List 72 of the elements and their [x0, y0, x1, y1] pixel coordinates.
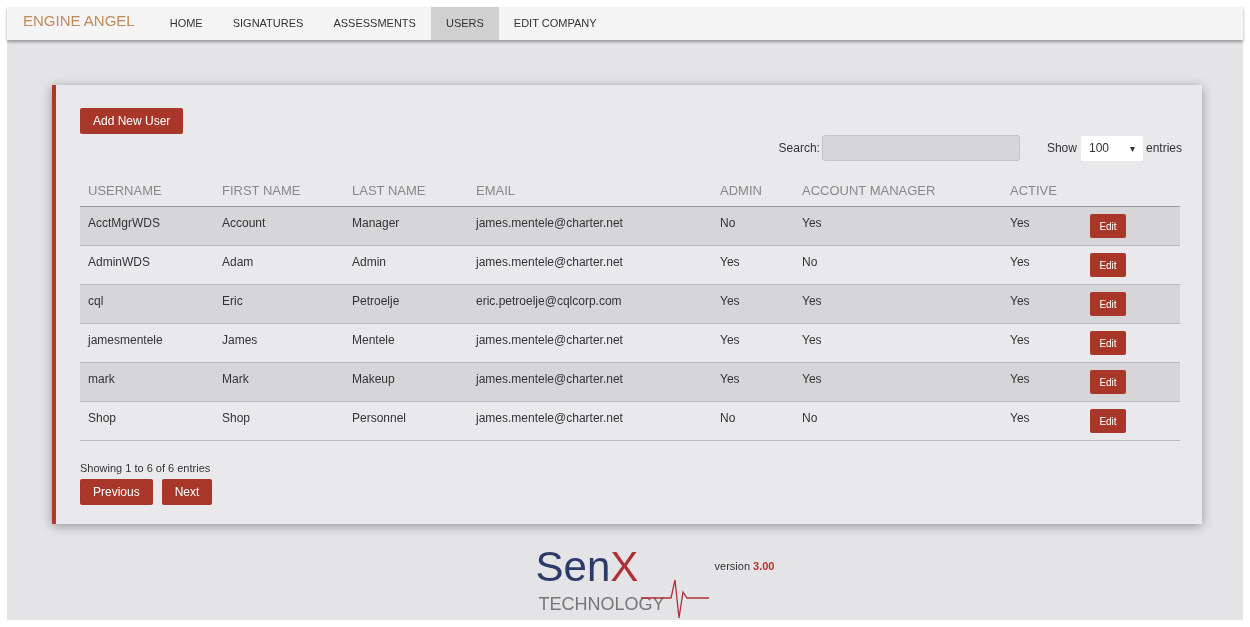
table-cell-text: Yes — [719, 332, 741, 349]
table-cell-text: james.mentele@charter.net — [474, 332, 624, 349]
table-cell-text: Yes — [719, 254, 741, 271]
search-label: Search: — [778, 140, 820, 157]
table-info: Showing 1 to 6 of 6 entries — [80, 461, 212, 476]
table-cell-text: Admin — [351, 254, 387, 271]
table-cell-text: Yes — [1009, 410, 1031, 427]
table-cell-text: Makeup — [351, 371, 396, 388]
pagination-button[interactable]: Next — [161, 478, 213, 505]
column-header: USERNAME — [87, 182, 163, 201]
column-header: ADMIN — [719, 182, 763, 201]
table-cell-text: Yes — [1009, 332, 1031, 349]
entries-label: entries — [1145, 140, 1182, 157]
column-header: FIRST NAME — [221, 182, 302, 201]
table-cell-text: Mentele — [351, 332, 396, 349]
table-cell-text: Yes — [1009, 254, 1031, 271]
table-cell-text: No — [801, 410, 819, 427]
nav-tab[interactable]: ASSESSMENTS — [318, 7, 431, 40]
edit-button[interactable]: Edit — [1090, 253, 1126, 277]
table-cell-text: mark — [87, 371, 116, 388]
column-header: ACCOUNT MANAGER — [801, 182, 937, 201]
table-cell-text: james.mentele@charter.net — [474, 254, 624, 271]
table-cell-text: Manager — [351, 215, 401, 232]
table-cell-text: Yes — [719, 371, 741, 388]
table-cell-text: No — [801, 254, 819, 271]
edit-button[interactable]: Edit — [1090, 409, 1126, 433]
table-cell-text: No — [719, 215, 737, 232]
table-cell-text: james.mentele@charter.net — [474, 371, 624, 388]
add-user-button[interactable]: Add New User — [80, 108, 184, 134]
table-cell-text: AcctMgrWDS — [87, 215, 161, 232]
table-cell-text: jamesmentele — [86, 332, 164, 349]
table-cell-text: Yes — [801, 215, 823, 232]
edit-button[interactable]: Edit — [1090, 331, 1126, 355]
table-cell-text: Yes — [1009, 371, 1031, 388]
nav-tab[interactable]: EDIT COMPANY — [498, 7, 612, 40]
table-cell-text: AdminWDS — [87, 254, 151, 271]
table-cell-text: Yes — [801, 293, 823, 310]
table-cell-text: james.mentele@charter.net — [474, 410, 624, 427]
column-header: EMAIL — [475, 182, 516, 201]
column-header: LAST NAME — [351, 182, 427, 201]
column-header: ACTIVE — [1009, 182, 1058, 201]
table-cell-text: Yes — [1009, 293, 1031, 310]
table-cell-text: Adam — [221, 254, 255, 271]
senx-logo: SenX TECHNOLOGY — [535, 552, 711, 620]
table-cell-text: Shop — [87, 410, 118, 427]
table-cell-text: Yes — [1009, 215, 1031, 232]
table-cell-text: Petroelje — [351, 293, 401, 310]
table-cell-text: Eric — [221, 293, 244, 310]
entries-select[interactable]: 100 ▾ — [1080, 135, 1143, 161]
table-cell-text: Yes — [801, 371, 823, 388]
show-label: Show — [1046, 140, 1077, 157]
table-cell-text: cql — [87, 293, 105, 310]
search-field[interactable] — [821, 135, 1020, 161]
pagination-button[interactable]: Previous — [80, 478, 153, 505]
edit-button[interactable]: Edit — [1090, 292, 1126, 316]
table-cell-text: Account — [221, 215, 267, 232]
table-cell-text: No — [719, 410, 737, 427]
version-label: version — [714, 559, 750, 574]
nav-tab[interactable]: SIGNATURES — [217, 7, 319, 40]
nav-tab[interactable]: HOME — [154, 7, 218, 40]
table-cell-text: james.mentele@charter.net — [474, 215, 624, 232]
table-cell-text: Personnel — [351, 410, 408, 427]
table-cell-text: Shop — [221, 410, 252, 427]
version-number: 3.00 — [753, 559, 775, 574]
edit-button[interactable]: Edit — [1090, 214, 1126, 238]
table-cell-text: Mark — [221, 371, 250, 388]
table-cell-text: James — [221, 332, 259, 349]
table-cell-text: Yes — [719, 293, 741, 310]
edit-button[interactable]: Edit — [1090, 370, 1126, 394]
table-cell-text: Yes — [801, 332, 823, 349]
nav-tab[interactable]: USERS — [430, 7, 499, 40]
table-cell-text: eric.petroelje@cqlcorp.com — [475, 293, 623, 310]
